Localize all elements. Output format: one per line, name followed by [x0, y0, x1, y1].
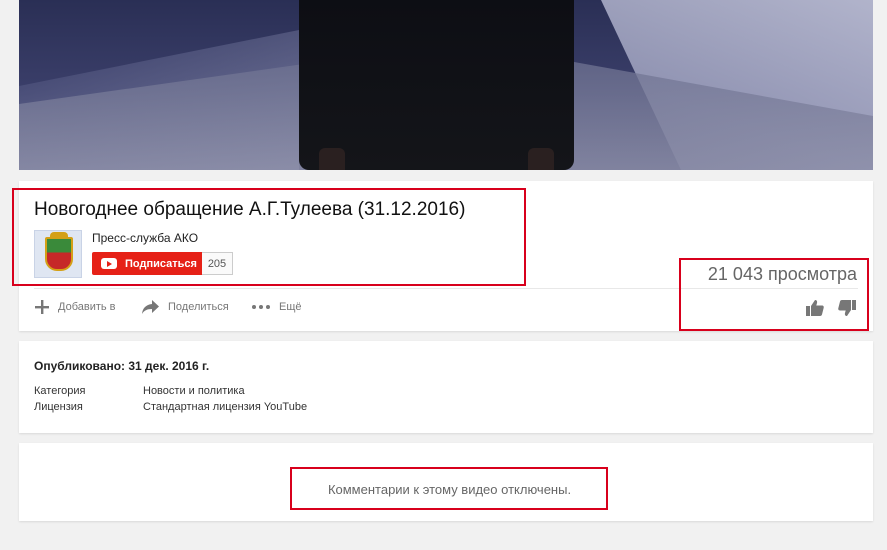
more-label: Ещё [279, 301, 302, 313]
thumb-down-icon [837, 300, 857, 321]
category-value-link[interactable]: Новости и политика [143, 385, 245, 397]
subscribe-label: Подписаться [125, 257, 197, 270]
like-button[interactable] [805, 299, 825, 322]
category-label: Категория [34, 385, 86, 397]
channel-avatar[interactable] [34, 230, 82, 278]
avatar-coat-of-arms [45, 237, 73, 271]
youtube-logo-icon [101, 258, 117, 269]
share-button[interactable]: Поделиться [141, 299, 229, 315]
license-label: Лицензия [34, 401, 83, 413]
add-to-label: Добавить в [58, 301, 116, 313]
channel-name-link[interactable]: Пресс-служба АКО [92, 231, 198, 245]
subscribe-button[interactable]: Подписаться [92, 252, 202, 275]
more-button[interactable]: Ещё [251, 299, 302, 315]
add-to-button[interactable]: Добавить в [34, 299, 116, 315]
video-player[interactable] [19, 0, 873, 170]
license-value: Стандартная лицензия YouTube [143, 401, 308, 413]
actions-divider [34, 288, 858, 289]
share-arrow-icon [141, 299, 160, 315]
video-title: Новогоднее обращение А.Г.Тулеева (31.12.… [34, 199, 466, 220]
comments-disabled-message: Комментарии к этому видео отключены. [327, 482, 572, 497]
view-count: 21 043 просмотра [707, 264, 857, 284]
dislike-button[interactable] [837, 299, 857, 322]
published-date: Опубликовано: 31 дек. 2016 г. [34, 359, 210, 373]
video-frame-person [299, 0, 574, 170]
thumb-up-icon [805, 300, 825, 321]
more-dots-icon [251, 299, 271, 315]
share-label: Поделиться [168, 301, 229, 313]
subscriber-count: 205 [202, 252, 233, 275]
plus-icon [34, 299, 50, 315]
